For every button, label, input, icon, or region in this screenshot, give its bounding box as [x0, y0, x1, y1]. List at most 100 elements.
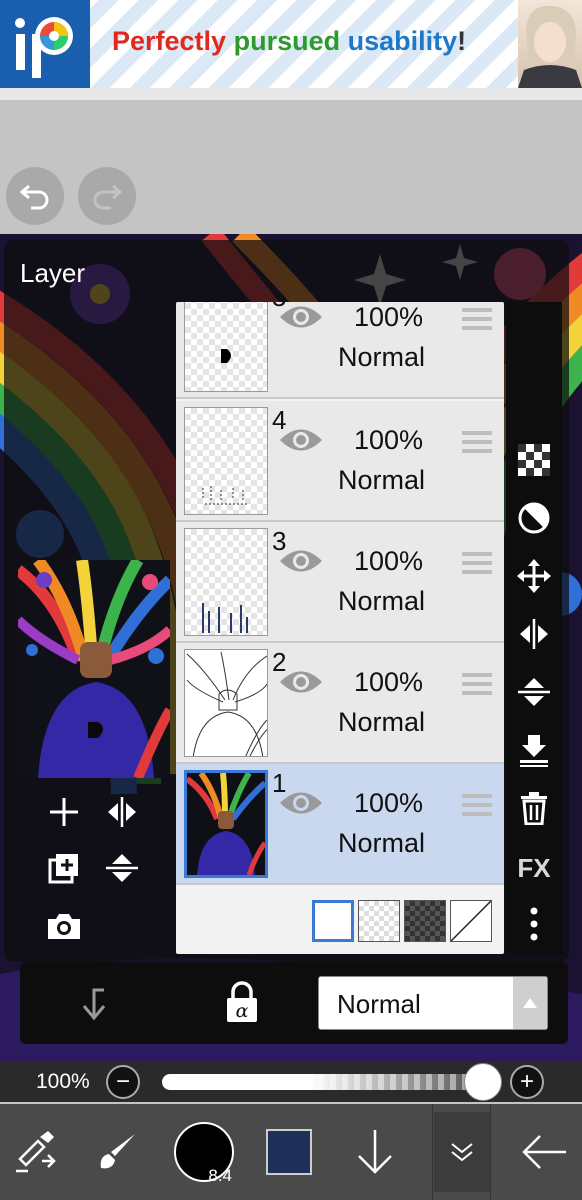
- eye-icon[interactable]: [278, 665, 324, 699]
- transparent-swatch[interactable]: [450, 900, 492, 942]
- layer-row-1[interactable]: 1 100% Normal: [176, 764, 504, 885]
- triangle-up-icon: [513, 977, 547, 1029]
- transparency-button[interactable]: [506, 438, 562, 482]
- tool-switch-button[interactable]: [10, 1112, 60, 1192]
- layer-opacity: 100%: [354, 667, 424, 697]
- layer-opacity: 100%: [354, 302, 424, 332]
- back-button[interactable]: [518, 1112, 570, 1192]
- alpha-lock-button[interactable]: α: [222, 980, 262, 1029]
- plus-icon: [50, 798, 78, 826]
- layer-list[interactable]: 5 100% Normal 4 100% Normal: [176, 302, 504, 954]
- ad-banner[interactable]: Perfectly pursued usability!: [0, 0, 582, 88]
- undo-icon: [19, 184, 49, 210]
- layer-blend-mode: Normal: [338, 586, 426, 616]
- undo-button[interactable]: [6, 167, 64, 225]
- fx-button[interactable]: FX: [506, 846, 562, 890]
- vertical-dots-icon: [530, 907, 538, 941]
- add-layer-button[interactable]: [42, 790, 86, 834]
- svg-text:α: α: [236, 1000, 249, 1022]
- clip-arrow-icon: [82, 988, 106, 1021]
- drag-handle-icon[interactable]: [462, 552, 492, 574]
- drag-handle-icon[interactable]: [462, 431, 492, 453]
- camera-icon: [48, 914, 80, 939]
- layer-row-2[interactable]: 2 100% Normal: [176, 643, 504, 764]
- canvas-preview[interactable]: [18, 560, 170, 778]
- flip-vertical-icon: [106, 854, 138, 882]
- flip-horizontal-icon: [520, 619, 548, 649]
- flip-horizontal-button[interactable]: [100, 790, 144, 834]
- merge-down-icon: [520, 735, 548, 767]
- double-chevron-down-icon: [451, 1143, 473, 1162]
- eye-icon[interactable]: [278, 544, 324, 578]
- clip-layer-button[interactable]: [74, 984, 114, 1029]
- left-tool-group: [30, 790, 170, 950]
- alpha-lock-icon: α: [227, 981, 257, 1022]
- blend-mode-select[interactable]: Normal: [318, 976, 548, 1030]
- layer-blend-mode: Normal: [338, 342, 426, 372]
- merge-down-button[interactable]: [506, 728, 562, 772]
- layer-blend-mode: Normal: [338, 465, 426, 495]
- drag-handle-icon[interactable]: [462, 308, 492, 330]
- opacity-value: 100%: [36, 1070, 90, 1093]
- eye-icon[interactable]: [278, 302, 324, 334]
- brush-size-button[interactable]: 8.4: [172, 1112, 236, 1192]
- arrow-down-icon: [358, 1130, 392, 1174]
- layer-opacity: 100%: [354, 546, 424, 576]
- opacity-slider-knob[interactable]: [464, 1063, 502, 1101]
- toolbar-separator: [432, 1104, 433, 1200]
- half-circle-icon: [518, 502, 550, 534]
- flip-vertical-icon: [518, 678, 550, 706]
- flip-layer-vertical-button[interactable]: [506, 670, 562, 714]
- trash-icon: [521, 792, 547, 825]
- layer-blend-mode: Normal: [338, 707, 426, 737]
- layer-thumbnail[interactable]: [184, 302, 268, 392]
- layer-opacity: 100%: [354, 788, 424, 818]
- layer-thumbnail[interactable]: [184, 649, 268, 757]
- layer-thumbnail[interactable]: [184, 770, 268, 878]
- redo-button[interactable]: [78, 167, 136, 225]
- ad-word-2: pursued: [233, 26, 341, 56]
- ad-headline: Perfectly pursued usability!: [112, 26, 466, 57]
- more-options-button[interactable]: [506, 902, 562, 946]
- dark-checker-swatch[interactable]: [404, 900, 446, 942]
- drag-handle-icon[interactable]: [462, 673, 492, 695]
- ibis-paint-logo-icon: [0, 0, 90, 88]
- color-button[interactable]: [264, 1112, 314, 1192]
- opacity-slider-track[interactable]: [162, 1074, 492, 1090]
- clipping-button[interactable]: [506, 496, 562, 540]
- ad-divider: [0, 88, 582, 100]
- move-button[interactable]: [506, 554, 562, 598]
- diagonal-slash-icon: [450, 900, 492, 942]
- layer-row-3[interactable]: 3 100% Normal: [176, 522, 504, 643]
- light-checker-swatch[interactable]: [358, 900, 400, 942]
- ad-word-3: usability: [347, 26, 458, 56]
- blend-mode-value: Normal: [337, 989, 421, 1019]
- toolbar-separator: [490, 1104, 491, 1200]
- brush-swap-icon: [16, 1131, 56, 1173]
- right-tool-column: FX: [506, 302, 562, 954]
- opacity-decrease-button[interactable]: −: [106, 1065, 140, 1099]
- white-background-swatch[interactable]: [312, 900, 354, 942]
- panel-title: Layer: [20, 258, 86, 288]
- redo-icon: [93, 184, 123, 210]
- duplicate-layer-button[interactable]: [42, 846, 86, 890]
- layer-row-5[interactable]: 5 100% Normal: [176, 302, 504, 399]
- flip-horizontal-icon: [108, 797, 136, 827]
- background-swatches: [312, 900, 492, 942]
- eye-icon[interactable]: [278, 423, 324, 457]
- drag-handle-icon[interactable]: [462, 794, 492, 816]
- layer-thumbnail[interactable]: [184, 407, 268, 515]
- layer-row-4[interactable]: 4 100% Normal: [176, 401, 504, 522]
- flip-layer-horizontal-button[interactable]: [506, 612, 562, 656]
- delete-layer-button[interactable]: [506, 786, 562, 830]
- flip-vertical-button[interactable]: [100, 846, 144, 890]
- arrow-left-icon: [522, 1135, 566, 1169]
- layer-thumbnail[interactable]: [184, 528, 268, 636]
- eye-icon[interactable]: [278, 786, 324, 820]
- layer-opacity: 100%: [354, 425, 424, 455]
- camera-button[interactable]: [42, 904, 86, 948]
- opacity-increase-button[interactable]: +: [510, 1065, 544, 1099]
- layer-down-button[interactable]: [350, 1112, 400, 1192]
- collapse-panel-button[interactable]: [434, 1112, 490, 1192]
- brush-tool-button[interactable]: [92, 1112, 142, 1192]
